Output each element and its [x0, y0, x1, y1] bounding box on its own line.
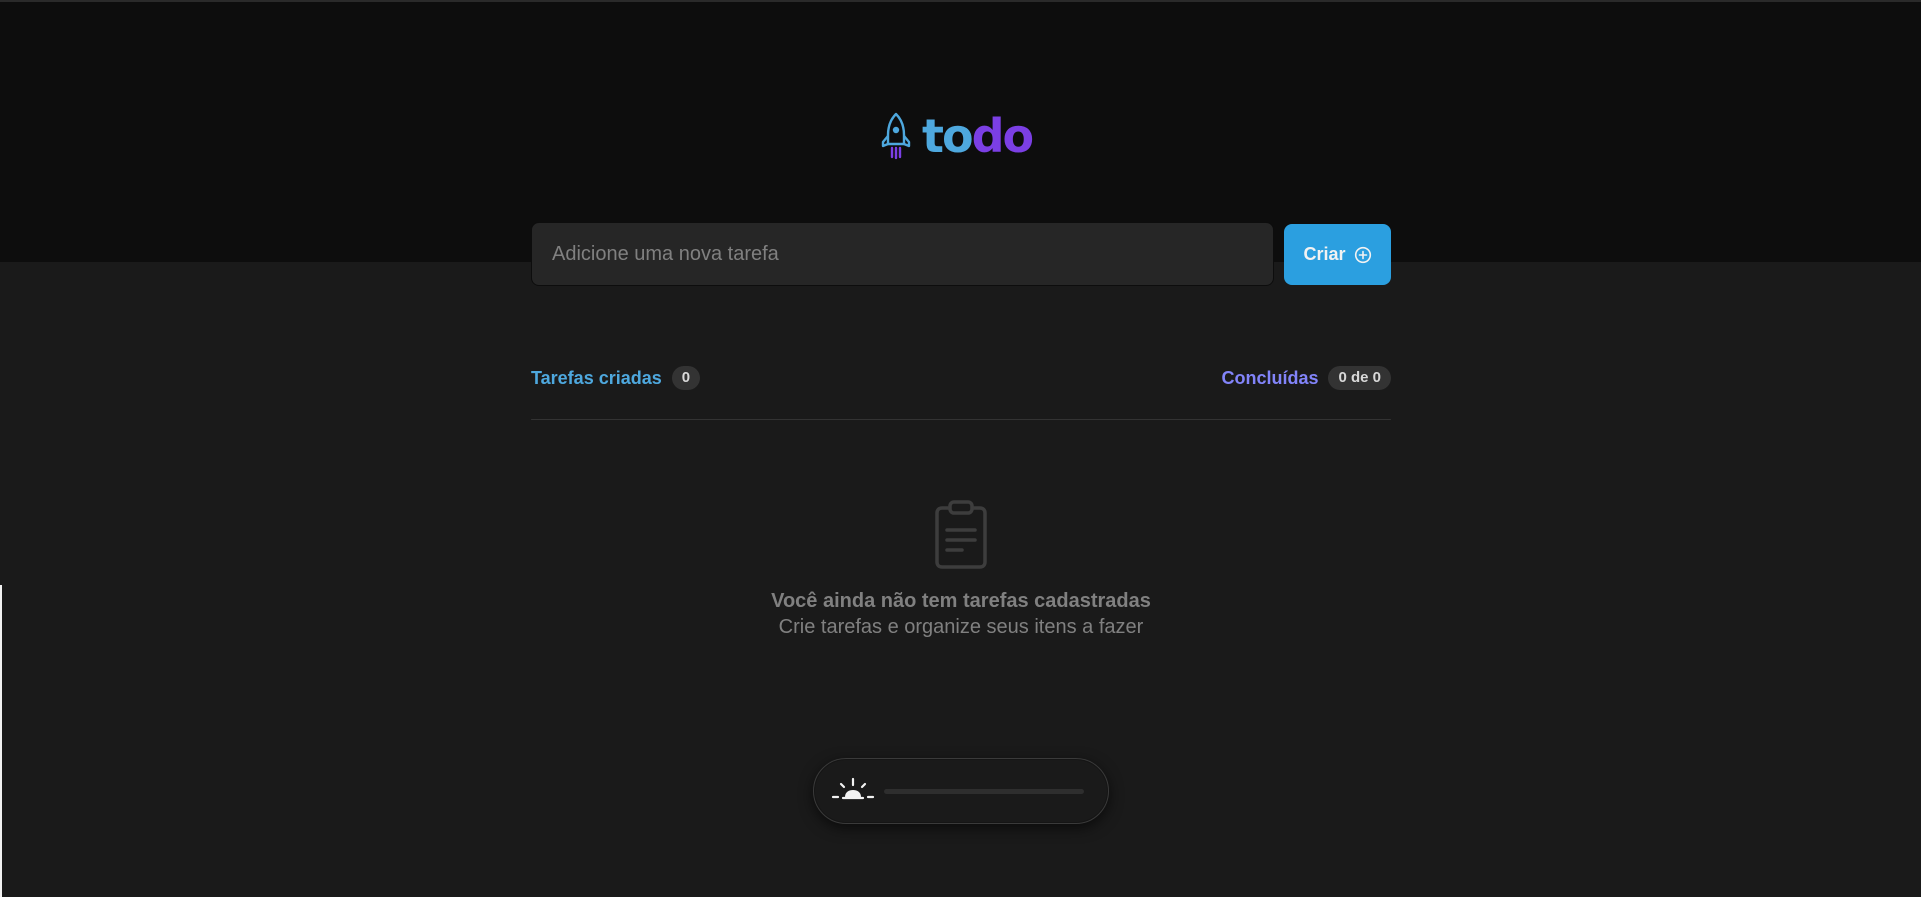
- app-title: todo: [922, 113, 1034, 159]
- completed-tasks-badge: 0 de 0: [1328, 366, 1391, 390]
- theme-toggle-track[interactable]: [884, 789, 1084, 794]
- window-edge: [0, 585, 2, 897]
- created-tasks-badge: 0: [671, 366, 701, 390]
- list-divider: [531, 419, 1391, 420]
- new-task-input[interactable]: [531, 222, 1274, 286]
- empty-state-title: Você ainda não tem tarefas cadastradas: [771, 590, 1151, 612]
- create-button[interactable]: Criar: [1284, 224, 1391, 285]
- app-logo: todo: [878, 108, 1034, 164]
- created-tasks-counter: Tarefas criadas 0: [531, 366, 701, 390]
- completed-tasks-counter: Concluídas 0 de 0: [1221, 366, 1391, 390]
- sunrise-icon: [831, 777, 875, 800]
- theme-toggle[interactable]: [813, 758, 1109, 824]
- logo-text-suffix: do: [971, 109, 1035, 163]
- empty-state-subtitle: Crie tarefas e organize seus itens a faz…: [778, 616, 1144, 638]
- create-button-label: Criar: [1303, 244, 1346, 264]
- clipboard-icon: [935, 500, 987, 569]
- created-tasks-label: Tarefas criadas: [531, 367, 662, 388]
- completed-tasks-label: Concluídas: [1221, 367, 1319, 388]
- logo-text-prefix: to: [922, 109, 974, 163]
- plus-circle-icon: [1354, 246, 1371, 263]
- rocket-icon: [881, 112, 911, 160]
